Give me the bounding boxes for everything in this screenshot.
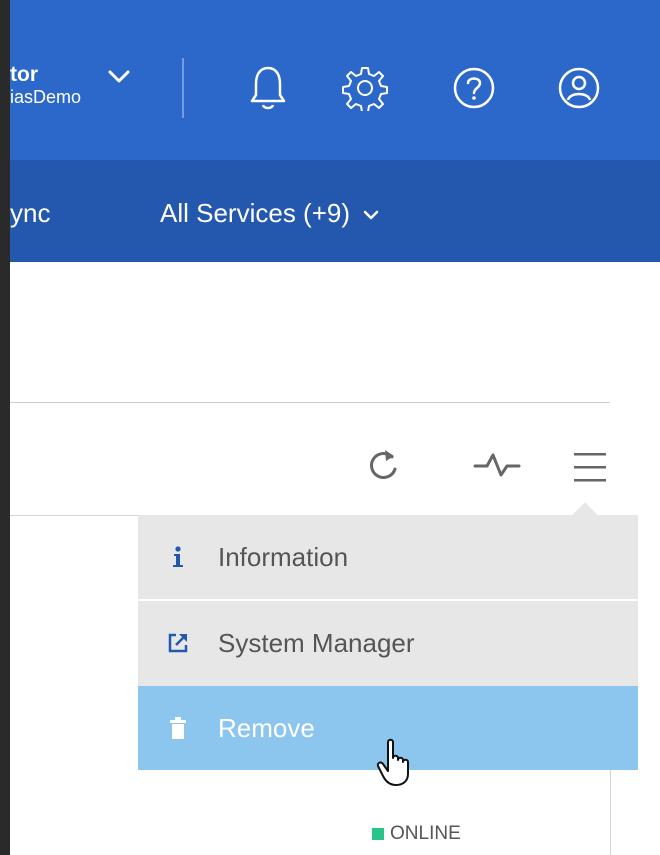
top-header: tor iasDemo <box>10 0 660 160</box>
info-icon <box>138 546 218 568</box>
gear-icon[interactable] <box>337 60 393 116</box>
content-divider <box>10 402 610 403</box>
chevron-down-icon <box>363 210 379 220</box>
trash-icon <box>138 717 218 739</box>
menu-item-label: System Manager <box>218 627 415 658</box>
user-role: tor <box>10 63 38 86</box>
actions-dropdown-menu: Information System Manager Remove <box>138 502 638 770</box>
nav-item-all-services-label: All Services (+9) <box>160 198 350 228</box>
card-border-right <box>610 770 611 855</box>
menu-item-information[interactable]: Information <box>138 515 638 599</box>
user-account-selector[interactable]: tor iasDemo <box>10 64 81 108</box>
menu-item-label: Remove <box>218 712 315 743</box>
refresh-icon[interactable] <box>364 445 404 485</box>
external-link-icon <box>138 631 218 655</box>
account-name: iasDemo <box>10 87 82 107</box>
menu-item-system-manager[interactable]: System Manager <box>138 599 638 685</box>
window-edge <box>0 0 10 855</box>
header-divider <box>182 58 184 118</box>
bell-icon[interactable] <box>240 60 296 116</box>
status-dot <box>372 828 384 840</box>
nav-item-all-services[interactable]: All Services (+9) <box>160 198 379 229</box>
card-border <box>10 515 138 516</box>
hamburger-menu-icon[interactable] <box>568 445 612 489</box>
nav-item-sync[interactable]: ync <box>10 198 50 229</box>
menu-item-label: Information <box>218 541 349 572</box>
hand-cursor-icon <box>376 738 414 793</box>
chevron-down-icon[interactable] <box>108 70 130 89</box>
activity-icon[interactable] <box>472 445 522 485</box>
user-icon[interactable] <box>551 60 607 116</box>
service-nav: ync All Services (+9) <box>10 160 660 262</box>
help-icon[interactable] <box>446 60 502 116</box>
status-label: ONLINE <box>390 823 461 844</box>
status-badge: ONLINE <box>372 823 461 845</box>
